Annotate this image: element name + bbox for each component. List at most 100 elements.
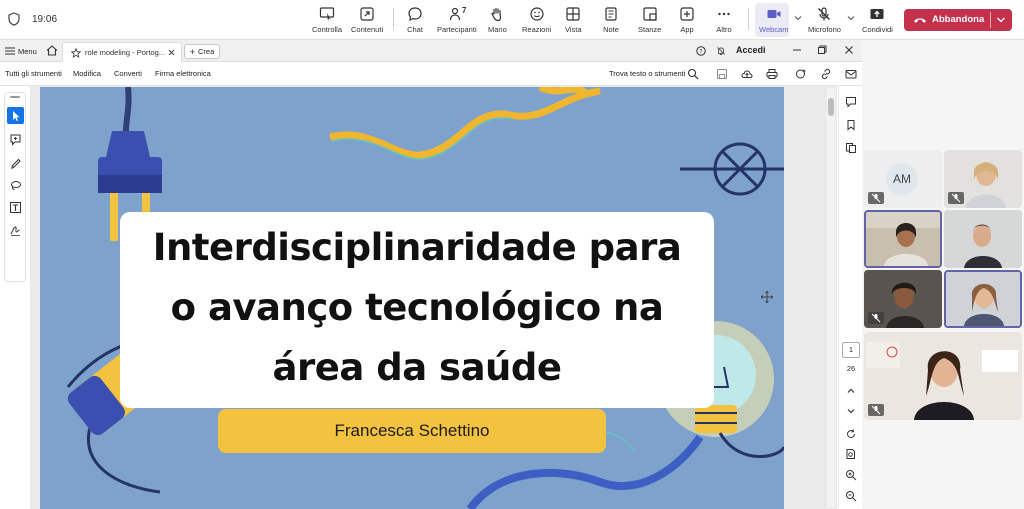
find-tools-field[interactable]: Trova testo o strumenti bbox=[609, 69, 685, 78]
notes-button[interactable]: Note bbox=[603, 4, 619, 36]
bookmark-icon[interactable] bbox=[845, 119, 857, 131]
page-down-icon[interactable] bbox=[845, 405, 857, 417]
raise-hand-label: Mano bbox=[488, 25, 507, 34]
scroll-thumb[interactable] bbox=[828, 98, 834, 116]
document-search-icon[interactable] bbox=[845, 448, 857, 460]
edit-menu[interactable]: Modifica bbox=[73, 69, 101, 78]
participant-video-tile[interactable] bbox=[864, 332, 1022, 420]
drag-handle[interactable] bbox=[10, 96, 20, 98]
esign-menu[interactable]: Firma elettronica bbox=[155, 69, 211, 78]
microphone-button[interactable]: Microfono bbox=[808, 4, 841, 36]
grid-view-icon bbox=[566, 7, 580, 21]
more-button[interactable]: Altro bbox=[716, 4, 732, 36]
raise-hand-button[interactable]: Mano bbox=[488, 4, 507, 36]
shield-icon bbox=[8, 12, 20, 26]
chat-button[interactable]: Chat bbox=[407, 4, 423, 36]
create-button[interactable]: + Crea bbox=[184, 44, 220, 59]
participants-button[interactable]: 7 Partecipanti bbox=[437, 4, 477, 36]
minimize-icon[interactable] bbox=[792, 45, 802, 55]
rooms-icon bbox=[643, 7, 657, 21]
refresh-icon[interactable] bbox=[845, 428, 857, 440]
participant-video-tile-speaking[interactable] bbox=[944, 270, 1022, 328]
current-page-field[interactable]: 1 bbox=[842, 342, 860, 358]
reactions-label: Reazioni bbox=[522, 25, 552, 34]
vertical-scrollbar[interactable] bbox=[827, 88, 835, 508]
participant-video-tile[interactable] bbox=[864, 270, 942, 328]
view-button[interactable]: Vista bbox=[565, 4, 582, 36]
highlighter-icon[interactable] bbox=[9, 156, 22, 169]
menu-label[interactable]: Menu bbox=[18, 47, 37, 56]
close-window-icon[interactable] bbox=[844, 45, 854, 55]
comments-panel-icon[interactable] bbox=[845, 96, 857, 108]
smiley-icon bbox=[529, 7, 544, 21]
quick-tools-bar bbox=[4, 92, 26, 282]
mic-off-icon bbox=[818, 7, 831, 21]
tab-title: role modeling - Portog... bbox=[85, 48, 166, 57]
zoom-out-icon[interactable] bbox=[845, 490, 857, 502]
chevron-down-icon[interactable] bbox=[794, 14, 802, 22]
share-button[interactable]: Condividi bbox=[862, 4, 893, 36]
link-icon[interactable] bbox=[820, 68, 832, 80]
sign-in-link[interactable]: Accedi bbox=[736, 45, 766, 55]
mic-off-icon bbox=[871, 405, 881, 415]
page-up-icon[interactable] bbox=[845, 385, 857, 397]
hamburger-menu-icon[interactable] bbox=[5, 47, 15, 55]
convert-menu[interactable]: Converti bbox=[114, 69, 142, 78]
microphone-label: Microfono bbox=[808, 25, 841, 34]
signature-icon[interactable] bbox=[9, 224, 22, 237]
webcam-button[interactable]: Webcam bbox=[759, 4, 788, 36]
apps-button[interactable]: App bbox=[679, 4, 695, 36]
participant-video-tile[interactable] bbox=[944, 150, 1022, 208]
chevron-down-icon[interactable] bbox=[847, 14, 855, 22]
text-box-icon[interactable] bbox=[9, 201, 22, 214]
participant-tile[interactable]: AM bbox=[864, 150, 942, 208]
zoom-in-icon[interactable] bbox=[845, 469, 857, 481]
create-label: Crea bbox=[198, 47, 215, 56]
ai-assistant-icon[interactable] bbox=[795, 68, 807, 80]
participant-video bbox=[864, 332, 1022, 420]
upload-cloud-icon[interactable] bbox=[741, 68, 753, 80]
bell-off-icon[interactable] bbox=[716, 46, 726, 56]
participant-video-tile-speaking[interactable] bbox=[864, 210, 942, 268]
notes-icon bbox=[605, 7, 617, 21]
right-side-rail: 1 26 bbox=[838, 86, 862, 509]
reactions-button[interactable]: Reazioni bbox=[522, 4, 551, 36]
restore-icon[interactable] bbox=[817, 45, 827, 55]
content-label: Contenuti bbox=[351, 25, 384, 34]
total-pages: 26 bbox=[846, 364, 856, 373]
close-icon[interactable] bbox=[168, 49, 175, 56]
take-control-button[interactable]: Controlla bbox=[312, 4, 342, 36]
meeting-timer: 19:06 bbox=[32, 14, 58, 25]
participant-video bbox=[866, 212, 940, 266]
author-box: Francesca Schettino bbox=[218, 409, 606, 453]
view-label: Vista bbox=[565, 25, 582, 34]
slide-title-line-3: área da saúde bbox=[272, 346, 562, 389]
lasso-icon[interactable] bbox=[9, 179, 22, 192]
mic-off-icon bbox=[871, 313, 881, 323]
leave-meeting-button[interactable]: Abbandona bbox=[904, 9, 1012, 31]
participant-video-tile[interactable] bbox=[944, 210, 1022, 268]
chevron-down-icon[interactable] bbox=[996, 16, 1006, 24]
browser-tab-bar: Menu role modeling - Portog... + Crea ? … bbox=[0, 40, 862, 62]
comment-icon[interactable] bbox=[9, 133, 22, 146]
save-icon[interactable] bbox=[716, 68, 728, 80]
breakout-rooms-button[interactable]: Stanze bbox=[638, 4, 661, 36]
webcam-label: Webcam bbox=[759, 25, 789, 34]
pages-panel-icon[interactable] bbox=[845, 142, 857, 154]
tab-document[interactable]: role modeling - Portog... bbox=[62, 42, 182, 62]
take-control-label: Controlla bbox=[312, 25, 343, 34]
apps-label: App bbox=[680, 25, 694, 34]
search-icon[interactable] bbox=[687, 68, 699, 80]
muted-badge bbox=[948, 192, 964, 204]
star-icon[interactable] bbox=[71, 47, 81, 58]
home-icon[interactable] bbox=[46, 45, 58, 56]
help-icon[interactable]: ? bbox=[696, 46, 706, 56]
mic-off-icon bbox=[871, 193, 881, 203]
more-icon bbox=[718, 12, 730, 16]
email-icon[interactable] bbox=[845, 68, 857, 80]
camera-icon bbox=[767, 10, 781, 18]
print-icon[interactable] bbox=[766, 68, 778, 80]
all-tools-menu[interactable]: Tutti gli strumenti bbox=[5, 69, 62, 78]
content-button[interactable]: Contenuti bbox=[351, 4, 383, 36]
toolbar-divider bbox=[748, 8, 749, 30]
